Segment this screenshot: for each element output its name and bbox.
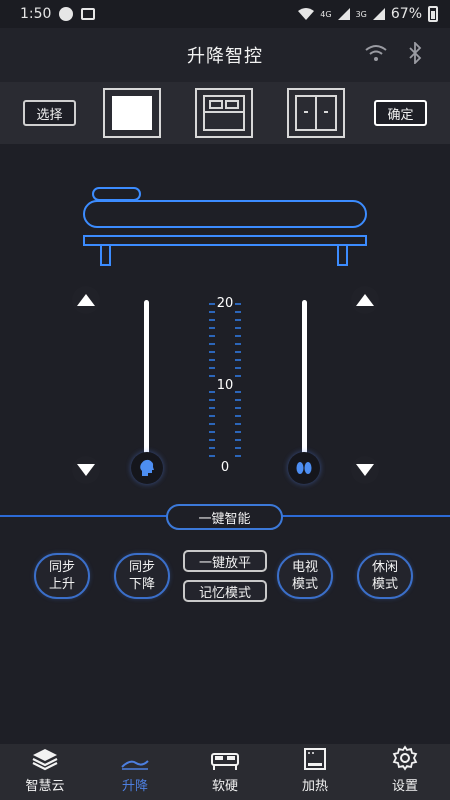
gear-icon bbox=[392, 745, 418, 771]
sync-up-line1: 同步 bbox=[48, 560, 75, 575]
head-up-arrow-button[interactable] bbox=[72, 286, 100, 314]
head-icon bbox=[140, 459, 154, 476]
bed-icon bbox=[211, 753, 239, 770]
triangle-down-icon bbox=[356, 464, 374, 476]
lift-bed-icon bbox=[121, 760, 149, 770]
triangle-up-icon bbox=[77, 294, 95, 306]
single-bed-icon bbox=[112, 96, 152, 130]
heater-icon bbox=[304, 748, 326, 770]
status-time: 1:50 bbox=[20, 6, 52, 22]
sync-down-button[interactable]: 同步 下降 bbox=[114, 553, 170, 599]
cell-signal-icon-2 bbox=[372, 8, 385, 20]
nav-item-lift[interactable]: 升降 bbox=[90, 744, 180, 800]
bed-diagram bbox=[83, 187, 367, 266]
network-3g-label: 3G bbox=[355, 9, 367, 19]
single-bed-option[interactable] bbox=[103, 88, 161, 138]
leisure-mode-line2: 模式 bbox=[371, 577, 398, 592]
network-4g-label: 4G bbox=[320, 9, 332, 19]
head-slider-track[interactable] bbox=[144, 300, 149, 460]
double-bed-option[interactable] bbox=[195, 88, 253, 138]
nav-label-cloud: 智慧云 bbox=[25, 779, 65, 794]
sync-down-line1: 同步 bbox=[128, 560, 155, 575]
bottom-nav: 智慧云 升降 软硬 加热 设置 bbox=[0, 744, 450, 800]
nav-item-firmness[interactable]: 软硬 bbox=[180, 744, 270, 800]
nav-label-firmness: 软硬 bbox=[211, 779, 238, 794]
bed-type-toolbar: 选择 确定 bbox=[0, 82, 450, 144]
leisure-mode-button[interactable]: 休闲 模式 bbox=[357, 553, 413, 599]
double-bed-icon bbox=[203, 95, 245, 131]
page-title: 升降智控 bbox=[187, 46, 263, 67]
split-bed-option[interactable] bbox=[287, 88, 345, 138]
wifi-signal-icon bbox=[298, 8, 315, 20]
tv-mode-line2: 模式 bbox=[291, 577, 318, 592]
nav-item-settings[interactable]: 设置 bbox=[360, 744, 450, 800]
battery-icon bbox=[428, 6, 438, 22]
nav-label-lift: 升降 bbox=[121, 779, 148, 794]
memory-mode-button[interactable]: 记忆模式 bbox=[183, 580, 267, 602]
foot-slider-track[interactable] bbox=[302, 300, 307, 460]
one-key-smart-title: 一键智能 bbox=[166, 504, 283, 530]
app-notification-icon bbox=[59, 7, 74, 21]
status-bar: 1:50 4G 3G 67% bbox=[0, 0, 450, 28]
split-bed-icon bbox=[295, 95, 337, 131]
foot-slider-knob[interactable] bbox=[288, 452, 320, 484]
triangle-down-icon bbox=[77, 464, 95, 476]
sync-up-line2: 上升 bbox=[48, 577, 75, 592]
triangle-up-icon bbox=[356, 294, 374, 306]
feet-icon bbox=[296, 462, 312, 474]
tv-mode-button[interactable]: 电视 模式 bbox=[277, 553, 333, 599]
select-button[interactable]: 选择 bbox=[23, 100, 76, 126]
bluetooth-icon[interactable] bbox=[408, 42, 422, 64]
head-slider-knob[interactable] bbox=[131, 452, 163, 484]
header: 升降智控 bbox=[0, 28, 450, 82]
nav-label-settings: 设置 bbox=[391, 779, 418, 794]
head-down-arrow-button[interactable] bbox=[72, 456, 100, 484]
confirm-button[interactable]: 确定 bbox=[374, 100, 427, 126]
wifi-icon[interactable] bbox=[364, 44, 388, 62]
sync-up-button[interactable]: 同步 上升 bbox=[34, 553, 90, 599]
cell-signal-icon bbox=[337, 8, 350, 20]
tv-mode-line1: 电视 bbox=[291, 560, 318, 575]
nav-item-heating[interactable]: 加热 bbox=[270, 744, 360, 800]
foot-down-arrow-button[interactable] bbox=[351, 456, 379, 484]
layers-icon bbox=[32, 749, 58, 771]
foot-up-arrow-button[interactable] bbox=[351, 286, 379, 314]
scale-label-bottom: 0 bbox=[220, 460, 230, 475]
scale-label-top: 20 bbox=[216, 296, 234, 311]
nav-label-heating: 加热 bbox=[301, 779, 328, 794]
scale-label-mid: 10 bbox=[216, 378, 234, 393]
sync-down-line2: 下降 bbox=[128, 577, 155, 592]
leisure-mode-line1: 休闲 bbox=[371, 560, 398, 575]
flat-button[interactable]: 一键放平 bbox=[183, 550, 267, 572]
battery-percent: 67% bbox=[390, 6, 422, 22]
image-notification-icon bbox=[81, 8, 96, 20]
nav-item-cloud[interactable]: 智慧云 bbox=[0, 744, 90, 800]
